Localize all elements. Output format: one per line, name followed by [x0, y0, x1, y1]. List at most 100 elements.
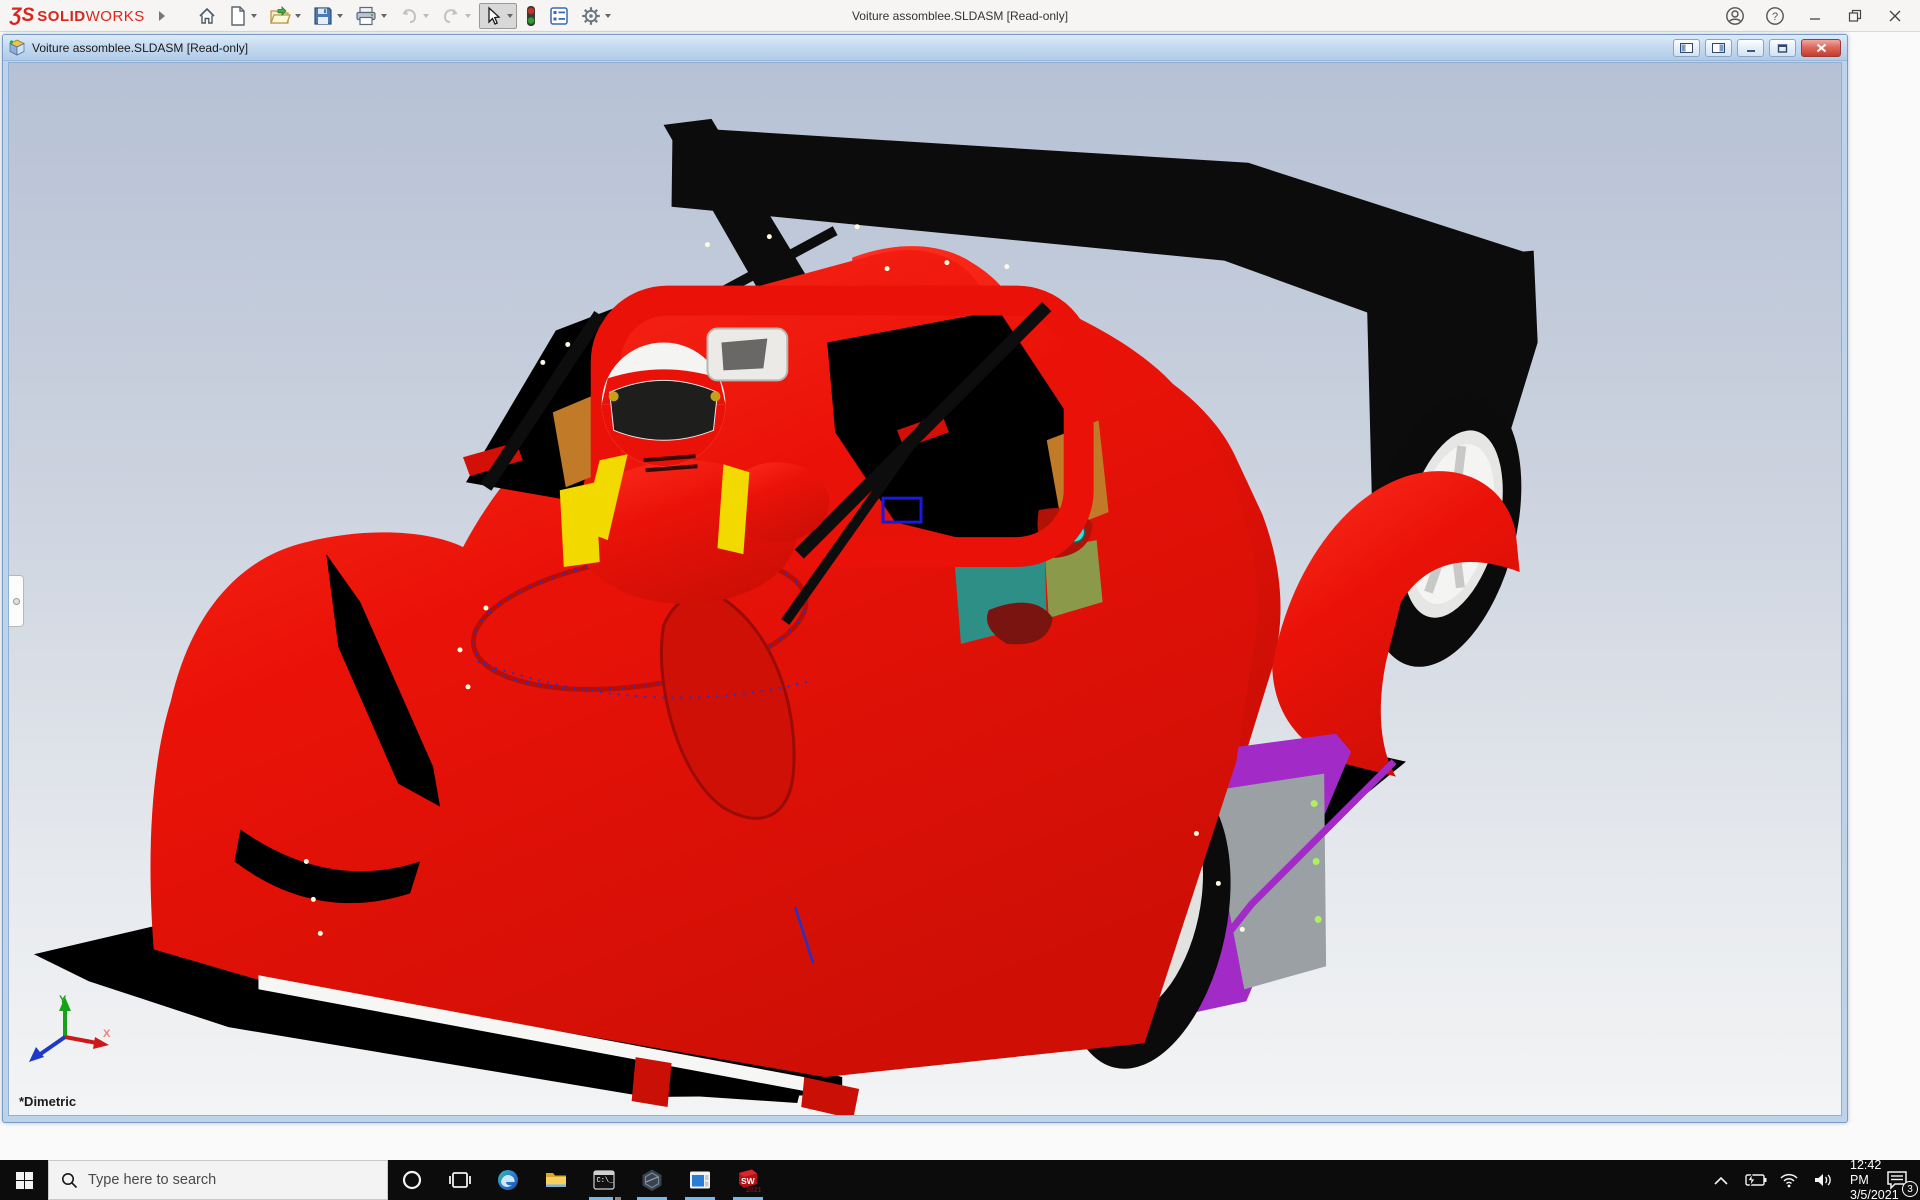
close-icon [1889, 10, 1901, 22]
new-document-icon [229, 6, 247, 26]
account-button[interactable] [1718, 2, 1752, 30]
print-icon [355, 6, 377, 26]
minimize-button[interactable] [1798, 2, 1832, 30]
taskbar-app-blue-window[interactable] [676, 1160, 724, 1200]
windows-logo-icon [16, 1172, 33, 1189]
task-view-icon [449, 1169, 471, 1191]
app-title: Voiture assomblee.SLDASM [Read-only] [852, 9, 1068, 23]
file-explorer-icon [544, 1168, 568, 1192]
pane-left-button[interactable] [1673, 39, 1700, 57]
undo-dropdown[interactable] [423, 14, 429, 18]
search-input[interactable] [88, 1172, 358, 1188]
file-properties-icon [549, 6, 569, 26]
redo-button[interactable] [437, 3, 475, 29]
print-button[interactable] [351, 3, 391, 29]
graphics-viewport[interactable]: Y X *Dimetric [8, 62, 1842, 1116]
view-orientation-label: *Dimetric [19, 1094, 76, 1109]
assembly-icon [8, 39, 26, 57]
open-icon [269, 6, 291, 26]
svg-text:?: ? [1772, 11, 1778, 23]
traffic-light-icon [525, 5, 537, 27]
new-document-dropdown[interactable] [251, 14, 257, 18]
taskbar-app-solidworks[interactable]: SW 2021 [724, 1160, 772, 1200]
speaker-icon [1813, 1172, 1833, 1188]
start-button[interactable] [0, 1160, 48, 1200]
home-button[interactable] [193, 3, 221, 29]
close-button[interactable] [1878, 2, 1912, 30]
doc-minimize-button[interactable] [1737, 39, 1764, 57]
triad-y-label: Y [59, 994, 67, 1006]
redo-dropdown[interactable] [465, 14, 471, 18]
taskbar-app-command-prompt[interactable]: C:\_ [580, 1160, 628, 1200]
app-title-bar: ƷS SOLID WORKS [0, 0, 1920, 32]
select-button[interactable] [479, 3, 517, 29]
orientation-triad: Y X [17, 993, 113, 1077]
taskbar-app-hexagon[interactable] [628, 1160, 676, 1200]
battery-charging-icon [1743, 1173, 1767, 1187]
document-title: Voiture assomblee.SLDASM [Read-only] [32, 41, 248, 55]
solidworks-logo-glyph: ƷS [10, 5, 34, 27]
doc-restore-button[interactable] [1769, 39, 1796, 57]
restore-button[interactable] [1838, 2, 1872, 30]
print-dropdown[interactable] [381, 14, 387, 18]
wifi-icon [1779, 1172, 1799, 1188]
edge-icon [496, 1168, 520, 1192]
doc-minimize-icon [1746, 44, 1756, 53]
pane-right-button[interactable] [1705, 39, 1732, 57]
save-button[interactable] [309, 3, 347, 29]
new-document-button[interactable] [225, 3, 261, 29]
hexagon-app-icon [640, 1168, 664, 1192]
feature-manager-collapsed-tab[interactable] [9, 575, 24, 627]
undo-icon [399, 7, 419, 25]
open-dropdown[interactable] [295, 14, 301, 18]
menu-flyout-arrow[interactable] [159, 11, 165, 21]
taskbar-app-edge[interactable] [484, 1160, 532, 1200]
save-icon [313, 6, 333, 26]
cortana-icon [401, 1169, 423, 1191]
help-icon: ? [1765, 6, 1785, 26]
options-button[interactable] [577, 3, 615, 29]
home-icon [197, 6, 217, 26]
wifi-button[interactable] [1772, 1160, 1806, 1200]
3d-model-voiture[interactable] [9, 63, 1841, 1115]
redo-icon [441, 7, 461, 25]
hidden-icons-button[interactable] [1704, 1160, 1738, 1200]
volume-button[interactable] [1806, 1160, 1840, 1200]
splitter-knob-icon [13, 598, 20, 605]
task-view-button[interactable] [436, 1160, 484, 1200]
restore-icon [1848, 9, 1862, 23]
triad-x-label: X [103, 1028, 111, 1040]
select-dropdown[interactable] [507, 14, 513, 18]
gear-icon [581, 6, 601, 26]
options-dropdown[interactable] [605, 14, 611, 18]
doc-close-button[interactable] [1801, 39, 1841, 57]
battery-button[interactable] [1738, 1160, 1772, 1200]
sw-icon-text: SW [741, 1176, 756, 1186]
action-center-button[interactable]: 3 [1874, 1160, 1920, 1200]
solidworks-logo: ƷS SOLID WORKS [10, 5, 145, 27]
taskbar-app-file-explorer[interactable] [532, 1160, 580, 1200]
undo-button[interactable] [395, 3, 433, 29]
rear-view-mirror [707, 328, 787, 380]
taskbar-clock[interactable]: 12:42 PM 3/5/2021 [1840, 1160, 1874, 1200]
quick-access-toolbar [193, 3, 615, 29]
doc-restore-icon [1777, 44, 1788, 53]
document-window: Voiture assomblee.SLDASM [Read-only] [2, 34, 1848, 1123]
blue-window-app-icon [688, 1168, 712, 1192]
system-tray: 12:42 PM 3/5/2021 3 [1704, 1160, 1920, 1200]
solidworks-2021-icon: SW 2021 [735, 1167, 761, 1193]
windows-taskbar: C:\_ SW 2021 [0, 1160, 1920, 1200]
cmd-glyph: C:\_ [597, 1177, 615, 1185]
cortana-button[interactable] [388, 1160, 436, 1200]
interference-lights-button[interactable] [521, 3, 541, 29]
notification-badge: 3 [1902, 1181, 1918, 1197]
help-button[interactable]: ? [1758, 2, 1792, 30]
document-title-bar[interactable]: Voiture assomblee.SLDASM [Read-only] [3, 35, 1847, 61]
minimize-icon [1809, 10, 1821, 22]
taskbar-search[interactable] [48, 1160, 388, 1200]
save-dropdown[interactable] [337, 14, 343, 18]
open-button[interactable] [265, 3, 305, 29]
select-arrow-icon [483, 6, 503, 26]
file-properties-button[interactable] [545, 3, 573, 29]
search-icon [61, 1172, 78, 1189]
